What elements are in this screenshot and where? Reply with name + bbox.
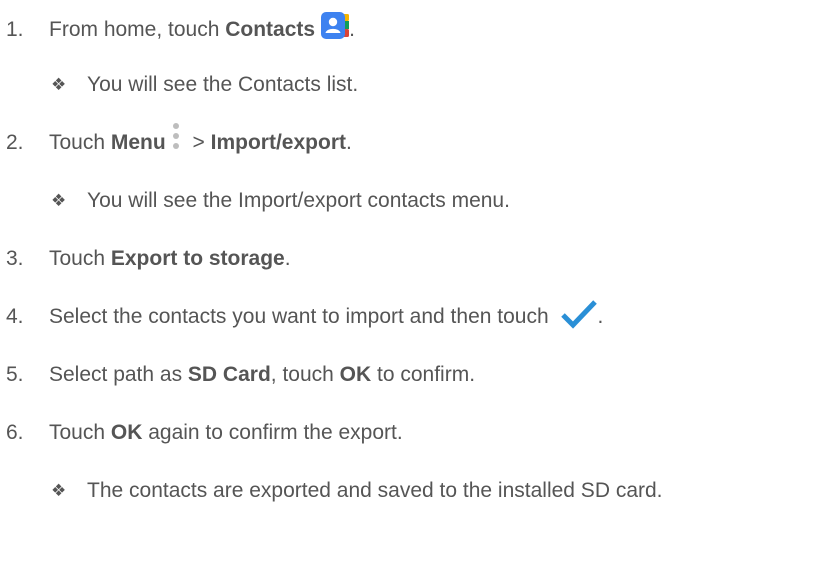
step-text-pre: Touch bbox=[49, 421, 111, 444]
step-text-post: . bbox=[597, 305, 604, 328]
menu-label: Menu bbox=[110, 131, 166, 154]
bullet-text: You will see the Contacts list. bbox=[87, 73, 359, 96]
bullet-icon: ❖ bbox=[51, 191, 67, 211]
contacts-app-icon bbox=[321, 11, 350, 41]
step-text: Touch Menu > Import/export. bbox=[49, 123, 352, 158]
step-text-mid: , touch bbox=[270, 363, 340, 386]
step-text-mid: > bbox=[186, 131, 211, 154]
step-text: Touch Export to storage. bbox=[49, 246, 291, 272]
step-text-post: to confirm. bbox=[371, 363, 476, 386]
step-text-post: . bbox=[284, 247, 291, 270]
sd-card-label: SD Card bbox=[187, 363, 271, 386]
export-to-storage-label: Export to storage bbox=[110, 247, 285, 270]
bullet-icon: ❖ bbox=[51, 75, 67, 95]
step-text: Select path as SD Card, touch OK to conf… bbox=[49, 362, 475, 388]
step-text: Touch OK again to confirm the export. bbox=[49, 420, 403, 446]
step-text-pre: Touch bbox=[49, 131, 111, 154]
import-export-label: Import/export bbox=[210, 131, 346, 154]
ok-label: OK bbox=[110, 421, 143, 444]
step-text-pre: Touch bbox=[49, 247, 111, 270]
bullet-text: You will see the Import/export contacts … bbox=[87, 189, 510, 212]
step-number: 4. bbox=[6, 305, 24, 328]
bullet-text: The contacts are exported and saved to t… bbox=[87, 479, 663, 502]
menu-dots-icon bbox=[171, 122, 181, 152]
step-number: 1. bbox=[6, 18, 24, 41]
step-number: 3. bbox=[6, 247, 24, 270]
checkmark-icon bbox=[561, 299, 598, 329]
step-text: Select the contacts you want to import a… bbox=[49, 299, 604, 332]
step-text-pre: Select the contacts you want to import a… bbox=[49, 305, 555, 328]
step-text-post: . bbox=[345, 131, 352, 154]
bullet-icon: ❖ bbox=[51, 481, 67, 501]
step-text-pre: Select path as bbox=[49, 363, 188, 386]
contacts-label: Contacts bbox=[225, 18, 316, 41]
ok-label: OK bbox=[339, 363, 372, 386]
step-text: From home, touch Contacts . bbox=[49, 11, 355, 45]
step-number: 2. bbox=[6, 131, 24, 154]
step-number: 6. bbox=[6, 421, 24, 444]
step-text-post: again to confirm the export. bbox=[142, 421, 403, 444]
step-text-post: . bbox=[349, 18, 355, 41]
step-text-pre: From home, touch bbox=[49, 18, 226, 41]
step-number: 5. bbox=[6, 363, 24, 386]
